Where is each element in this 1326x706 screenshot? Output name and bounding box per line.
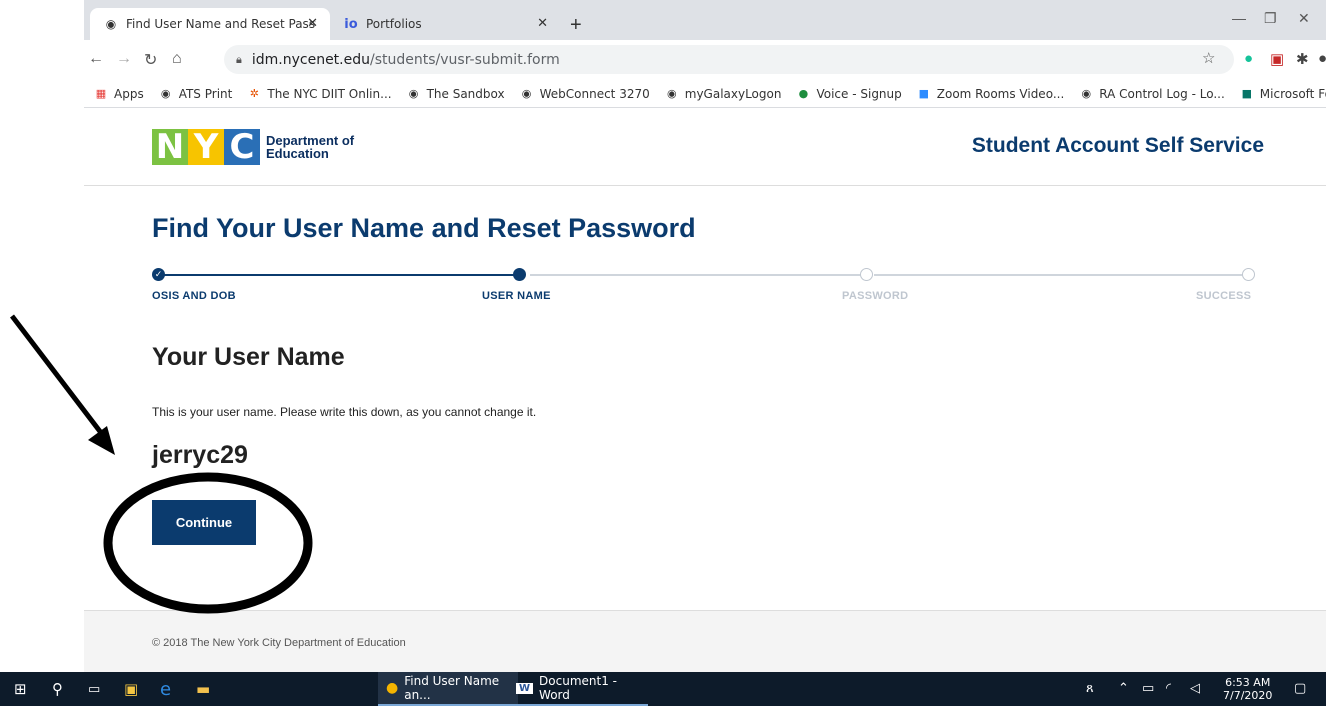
task-view-icon[interactable]: ▭ <box>88 672 100 706</box>
search-icon[interactable]: ⚲ <box>52 672 63 706</box>
voice-icon: ● <box>798 87 809 100</box>
step-complete-check-icon: ✓ <box>152 268 165 281</box>
tab-strip: ◉ Find User Name and Reset Passw ✕ io Po… <box>84 0 1326 40</box>
store-icon[interactable]: ▣ <box>124 672 138 706</box>
tab-find-user-name[interactable]: ◉ Find User Name and Reset Passw ✕ <box>90 8 330 40</box>
zoom-icon: ■ <box>918 87 929 100</box>
globe-icon: ◉ <box>521 87 532 100</box>
username-value: jerryc29 <box>152 441 248 469</box>
apps-grid-icon: ▦ <box>95 87 107 100</box>
windows-taskbar: ⊞ ⚲ ▭ ▣ e ▬ ● Find User Name an... W Doc… <box>0 672 1326 706</box>
step-pending-dot <box>860 268 873 281</box>
web-page: N Y C Department of Education Student Ac… <box>84 108 1326 672</box>
site-header: N Y C Department of Education Student Ac… <box>84 108 1326 186</box>
minimize-icon[interactable]: — <box>1232 10 1246 26</box>
department-name: Department of Education <box>266 133 355 161</box>
profile-icon[interactable]: ● <box>1318 50 1326 67</box>
taskbar-app-word[interactable]: W Document1 - Word <box>508 672 648 706</box>
chrome-icon: ● <box>386 680 399 696</box>
close-window-icon[interactable]: ✕ <box>1298 10 1310 27</box>
instructions-text: This is your user name. Please write thi… <box>152 405 537 419</box>
url-host: idm.nycenet.edu <box>251 51 370 68</box>
bookmark-sandbox[interactable]: ◉ The Sandbox <box>407 87 505 101</box>
back-icon[interactable]: ← <box>88 50 104 68</box>
forms-icon: ■ <box>1241 87 1252 100</box>
globe-icon: ◉ <box>1081 87 1092 100</box>
extensions-icon[interactable]: ✱ <box>1296 50 1309 68</box>
browser-chrome: ◉ Find User Name and Reset Passw ✕ io Po… <box>84 0 1326 108</box>
bookmark-star-icon[interactable]: ☆ <box>1202 49 1215 67</box>
step-label-success: SUCCESS <box>1196 290 1252 302</box>
home-icon[interactable]: ⌂ <box>172 50 182 68</box>
edge-icon[interactable]: e <box>160 672 171 706</box>
nyc-doe-logo[interactable]: N Y C Department of Education <box>152 127 355 167</box>
bookmark-apps[interactable]: ▦ Apps <box>94 87 144 101</box>
windows-start-icon[interactable]: ⊞ <box>14 672 27 706</box>
people-icon[interactable]: ጸ <box>1086 681 1094 696</box>
step-line-pending <box>874 274 1242 276</box>
tray-chevron-up-icon[interactable]: ⌃ <box>1118 681 1129 696</box>
address-bar[interactable]: 🔒︎ idm.nycenet.edu/students/vusr-submit.… <box>224 45 1234 74</box>
new-tab-button[interactable]: + <box>570 14 582 37</box>
globe-icon: ◉ <box>105 17 117 31</box>
bookmark-ats-print[interactable]: ◉ ATS Print <box>159 87 232 101</box>
progress-stepper: ✓ OSIS AND DOB USER NAME PASSWORD SUCCES… <box>152 268 1262 308</box>
lock-icon: 🔒︎ <box>236 52 242 66</box>
file-explorer-icon[interactable]: ▬ <box>196 672 210 706</box>
word-icon: W <box>516 682 534 694</box>
globe-icon: ◉ <box>160 87 171 100</box>
step-pending-dot <box>1242 268 1255 281</box>
tab-portfolios[interactable]: io Portfolios ✕ <box>330 8 560 40</box>
close-tab-icon[interactable]: ✕ <box>537 16 548 31</box>
site-footer: © 2018 The New York City Department of E… <box>84 610 1326 672</box>
step-label-user-name: USER NAME <box>482 290 551 302</box>
bookmark-zoom[interactable]: ■ Zoom Rooms Video... <box>917 87 1065 101</box>
bookmarks-bar: ▦ Apps ◉ ATS Print ✲ The NYC DIIT Onlin... … <box>84 80 1326 108</box>
bookmark-ms-forms[interactable]: ■Microsoft Forms <box>1240 87 1326 101</box>
tab-title: Find User Name and Reset Passw <box>126 17 316 31</box>
step-line-pending <box>530 274 860 276</box>
notifications-icon[interactable]: ▢ <box>1294 681 1306 696</box>
logo-letter-y: Y <box>188 127 224 167</box>
step-current-dot <box>513 268 526 281</box>
restore-icon[interactable]: ❐ <box>1264 10 1277 27</box>
battery-icon[interactable]: ▭ <box>1142 681 1154 696</box>
reload-icon[interactable]: ↻ <box>144 50 157 70</box>
globe-icon: ◉ <box>408 87 419 100</box>
step-label-osis: OSIS AND DOB <box>152 290 236 302</box>
io-logo-icon: io <box>344 16 358 32</box>
volume-icon[interactable]: ◁ <box>1190 681 1200 696</box>
bookmark-mygalaxy[interactable]: ◉ myGalaxyLogon <box>665 87 782 101</box>
bookmark-ra-control[interactable]: ◉ RA Control Log - Lo... <box>1079 87 1224 101</box>
bookmark-nyc-diit[interactable]: ✲ The NYC DIIT Onlin... <box>247 87 392 101</box>
continue-button[interactable]: Continue <box>152 500 256 545</box>
tab-title: Portfolios <box>366 17 422 31</box>
pocket-icon[interactable]: ▣ <box>1270 50 1284 68</box>
bookmark-voice[interactable]: ● Voice - Signup <box>796 87 902 101</box>
service-title: Student Account Self Service <box>971 134 1264 157</box>
wifi-icon[interactable]: ◜ <box>1166 681 1171 696</box>
section-title: Your User Name <box>152 343 345 371</box>
system-clock[interactable]: 6:53 AM 7/7/2020 <box>1223 676 1272 702</box>
step-line-complete <box>162 274 518 276</box>
page-title: Find Your User Name and Reset Password <box>152 213 696 243</box>
star-logo-icon: ✲ <box>249 87 259 100</box>
url-path: /students/vusr-submit.form <box>370 51 560 68</box>
browser-toolbar: ← → ↻ ⌂ 🔒︎ idm.nycenet.edu/students/vusr… <box>84 40 1326 80</box>
close-tab-icon[interactable]: ✕ <box>307 16 318 31</box>
bookmark-webconnect[interactable]: ◉ WebConnect 3270 <box>520 87 650 101</box>
step-label-password: PASSWORD <box>842 290 909 302</box>
globe-icon: ◉ <box>666 87 677 100</box>
grammarly-icon[interactable]: ● <box>1244 50 1253 67</box>
logo-letter-n: N <box>152 127 188 167</box>
copyright-text: © 2018 The New York City Department of E… <box>152 637 406 649</box>
taskbar-app-chrome[interactable]: ● Find User Name an... <box>378 672 518 706</box>
forward-icon[interactable]: → <box>116 50 132 68</box>
logo-letter-c: C <box>224 127 260 167</box>
